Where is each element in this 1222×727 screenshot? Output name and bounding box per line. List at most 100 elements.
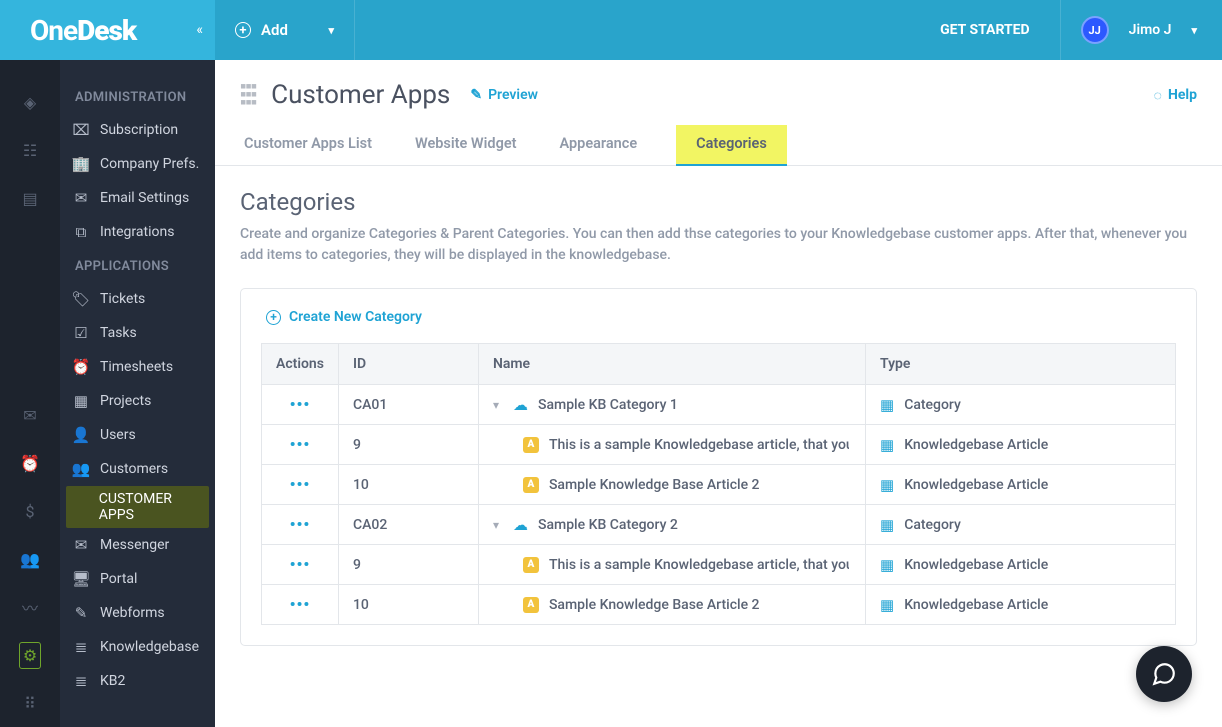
col-name: Name	[478, 344, 865, 385]
sidebar-item-label: CUSTOMER APPS	[99, 491, 203, 523]
rail-doc-icon[interactable]: ▤	[0, 174, 60, 222]
create-category-button[interactable]: + Create New Category	[266, 309, 1176, 325]
sidebar-item-messenger[interactable]: ✉Messenger	[60, 528, 215, 562]
chat-fab[interactable]	[1136, 646, 1192, 702]
rail-clock-icon[interactable]: ⏰	[0, 439, 60, 487]
icon-rail: ◈ ☷ ▤ ✉ ⏰ $ 👥 〰 ⚙ ⠿	[0, 60, 60, 727]
sidebar-item-customers[interactable]: 👥Customers	[60, 452, 215, 486]
rail-people-icon[interactable]: 👥	[0, 535, 60, 583]
sidebar-item-icon: ▦	[72, 392, 90, 410]
article-icon: A	[523, 557, 539, 573]
tab-appearance[interactable]: Appearance	[556, 125, 642, 165]
row-name[interactable]: Sample KB Category 2	[538, 517, 678, 533]
row-actions-button[interactable]: •••	[290, 555, 311, 574]
categories-table: Actions ID Name Type ••• CA01 ▾☁Sample K…	[261, 343, 1176, 625]
row-type: Knowledgebase Article	[904, 597, 1048, 613]
row-actions-button[interactable]: •••	[290, 395, 311, 414]
collapse-sidebar-button[interactable]: «	[196, 22, 203, 38]
rail-chat-icon[interactable]: ✉	[0, 391, 60, 439]
row-id: CA01	[338, 385, 478, 425]
sidebar-item-email-settings[interactable]: ✉Email Settings	[60, 181, 215, 215]
sidebar-item-icon: ⧉	[72, 223, 90, 241]
sidebar-item-timesheets[interactable]: ⏰ Timesheets	[60, 350, 215, 384]
rail-settings-icon[interactable]: ⚙	[0, 631, 60, 679]
rail-pin-icon[interactable]: ◈	[0, 78, 60, 126]
col-type: Type	[866, 344, 1176, 385]
sidebar-item-icon: ⏰	[72, 358, 90, 376]
sidebar-item-icon: ✎	[72, 604, 90, 622]
sidebar-item-label: KB2	[100, 673, 125, 689]
avatar[interactable]: JJ	[1081, 16, 1109, 44]
sidebar-item-label: Portal	[100, 571, 137, 587]
sidebar-item-kb2[interactable]: ≣ KB2	[60, 664, 215, 698]
row-actions-button[interactable]: •••	[290, 435, 311, 454]
grid-icon[interactable]: ▪▪▪▪▪▪▪▪▪	[240, 83, 256, 107]
add-button[interactable]: + Add ▾	[215, 0, 355, 60]
add-label: Add	[261, 21, 288, 39]
sidebar-section-apps: APPLICATIONS	[60, 249, 215, 282]
sidebar-item-label: Webforms	[100, 605, 165, 621]
sidebar-item-icon: ≣	[72, 672, 90, 690]
get-started-button[interactable]: GET STARTED	[910, 0, 1061, 60]
tab-customer-apps-list[interactable]: Customer Apps List	[240, 125, 376, 165]
row-actions-button[interactable]: •••	[290, 475, 311, 494]
user-menu[interactable]: Jimo J ▾	[1129, 22, 1222, 38]
article-icon: A	[523, 477, 539, 493]
row-name[interactable]: This is a sample Knowledgebase article, …	[549, 557, 849, 573]
row-type: Knowledgebase Article	[904, 557, 1048, 573]
sidebar-item-tickets[interactable]: 🏷Tickets	[60, 282, 215, 316]
rail-activity-icon[interactable]: 〰	[0, 583, 60, 631]
help-link[interactable]: ◌ Help	[1154, 87, 1197, 104]
chevron-down-icon[interactable]: ▾	[493, 398, 499, 412]
categories-card: + Create New Category Actions ID Name Ty…	[240, 288, 1197, 646]
row-id: CA02	[338, 505, 478, 545]
type-icon: ▦	[880, 396, 894, 414]
sidebar-item-portal[interactable]: 🖥 Portal	[60, 562, 215, 596]
sidebar-item-customer-apps[interactable]: CUSTOMER APPS	[66, 486, 209, 528]
tabs: Customer Apps List Website Widget Appearan…	[215, 125, 1222, 166]
sidebar-item-subscription[interactable]: ⌧Subscription	[60, 113, 215, 147]
row-id: 9	[338, 425, 478, 465]
sidebar-item-integrations[interactable]: ⧉ Integrations	[60, 215, 215, 249]
rail-list-icon[interactable]: ☷	[0, 126, 60, 174]
chevron-down-icon[interactable]: ▾	[493, 518, 499, 532]
rail-apps-icon[interactable]: ⠿	[0, 679, 60, 727]
row-actions-button[interactable]: •••	[290, 595, 311, 614]
rail-money-icon[interactable]: $	[0, 487, 60, 535]
logo[interactable]: OneDesk	[30, 14, 136, 47]
table-row: ••• CA01 ▾☁Sample KB Category 1 ▦Categor…	[262, 385, 1176, 425]
tab-categories[interactable]: Categories	[676, 125, 787, 166]
sidebar-item-icon: ☑	[72, 324, 90, 342]
section-description: Create and organize Categories & Parent …	[240, 224, 1197, 266]
sidebar-item-label: Integrations	[100, 224, 174, 240]
category-icon: ☁	[513, 516, 528, 534]
sidebar-item-label: Timesheets	[100, 359, 173, 375]
row-name[interactable]: Sample KB Category 1	[538, 397, 678, 413]
sidebar-item-icon: 🖥	[72, 570, 90, 588]
row-name[interactable]: Sample Knowledge Base Article 2	[549, 477, 760, 493]
sidebar-section-admin: ADMINISTRATION	[60, 80, 215, 113]
row-id: 9	[338, 545, 478, 585]
main-content: ▪▪▪▪▪▪▪▪▪ Customer Apps ✎ Preview ◌ Help…	[215, 60, 1222, 727]
sidebar-item-label: Users	[100, 427, 136, 443]
preview-link[interactable]: ✎ Preview	[470, 87, 538, 103]
sidebar-item-webforms[interactable]: ✎ Webforms	[60, 596, 215, 630]
sidebar-item-users[interactable]: 👤Users	[60, 418, 215, 452]
sidebar-item-tasks[interactable]: ☑Tasks	[60, 316, 215, 350]
col-id: ID	[338, 344, 478, 385]
sidebar-item-label: Subscription	[100, 122, 178, 138]
sidebar-item-company-prefs-[interactable]: 🏢Company Prefs.	[60, 147, 215, 181]
row-type: Category	[904, 517, 961, 533]
sidebar-item-label: Company Prefs.	[100, 156, 199, 172]
user-name: Jimo J	[1129, 22, 1172, 38]
tab-website-widget[interactable]: Website Widget	[411, 125, 521, 165]
sidebar-item-icon: ≣	[72, 638, 90, 656]
type-icon: ▦	[880, 556, 894, 574]
logo-area: OneDesk «	[0, 0, 215, 60]
sidebar-item-projects[interactable]: ▦Projects	[60, 384, 215, 418]
row-name[interactable]: Sample Knowledge Base Article 2	[549, 597, 760, 613]
row-name[interactable]: This is a sample Knowledgebase article, …	[549, 437, 849, 453]
row-actions-button[interactable]: •••	[290, 515, 311, 534]
type-icon: ▦	[880, 476, 894, 494]
sidebar-item-knowledgebase[interactable]: ≣Knowledgebase	[60, 630, 215, 664]
